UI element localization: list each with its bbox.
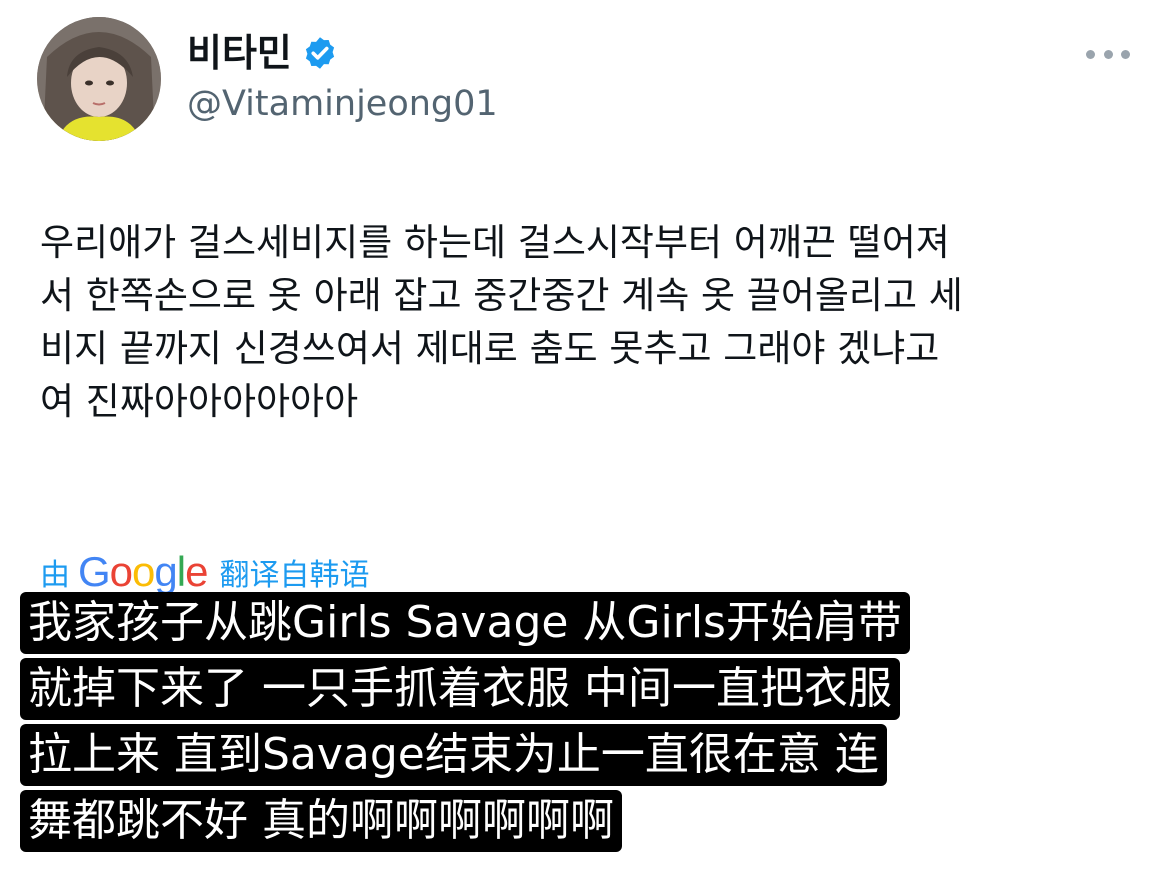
translated-from-label: 翻译自韩语 xyxy=(219,558,370,593)
profile-photo xyxy=(37,17,161,141)
more-options-icon[interactable] xyxy=(1086,46,1130,62)
subtitle-line: 我家孩子从跳Girls Savage 从Girls开始肩带 xyxy=(20,592,910,654)
translated-by-label: 由 xyxy=(40,558,70,593)
author-display-name-row: 비타민 xyxy=(187,30,338,76)
more-dot xyxy=(1121,49,1130,59)
subtitle-line: 就掉下来了 一只手抓着衣服 中间一直把衣服 xyxy=(20,658,900,720)
google-logo: Google xyxy=(78,548,208,595)
author-display-name[interactable]: 비타민 xyxy=(187,30,292,76)
avatar[interactable] xyxy=(37,17,161,141)
author-handle[interactable]: @Vitaminjeong01 xyxy=(187,82,498,126)
verified-badge-icon[interactable] xyxy=(302,35,338,71)
tweet-text: 우리애가 걸스세비지를 하는데 걸스시작부터 어깨끈 떨어져 서 한쪽손으로 옷… xyxy=(40,216,1140,428)
subtitle-line: 拉上来 直到Savage结束为止一直很在意 连 xyxy=(20,724,887,786)
tweet-text-line: 우리애가 걸스세비지를 하는데 걸스시작부터 어깨끈 떨어져 xyxy=(40,221,950,264)
tweet-text-line: 여 진짜아아아아아아 xyxy=(40,380,359,423)
tweet-text-line: 서 한쪽손으로 옷 아래 잡고 중간중간 계속 옷 끌어올리고 세 xyxy=(40,274,963,317)
more-dot xyxy=(1103,49,1113,59)
more-dot xyxy=(1086,49,1095,59)
subtitle-line: 舞都跳不好 真的啊啊啊啊啊啊 xyxy=(20,790,622,852)
tweet-text-line: 비지 끝까지 신경쓰여서 제대로 춤도 못추고 그래야 겠냐고 xyxy=(40,327,940,370)
translation-attribution[interactable]: 由 Google 翻译自韩语 xyxy=(40,548,370,595)
